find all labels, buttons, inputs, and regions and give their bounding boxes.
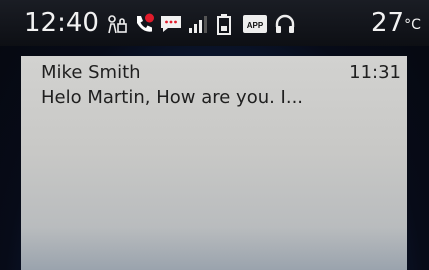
child-lock-icon [108,15,127,34]
app-icon-label: APP [247,21,264,30]
message-preview: Helo Martin, How are you. I... [41,87,304,108]
temperature-unit: °C [404,17,421,33]
message-sender: Mike Smith [41,62,141,83]
message-icon [161,16,181,32]
screen: 12:40 APP 27°C Mike Smith 11:31 Helo Mar… [0,0,429,270]
temperature-value: 27 [371,8,405,38]
clock: 12:40 [24,8,99,38]
message-time: 11:31 [349,62,401,83]
missed-call-icon [137,13,154,32]
status-bar: 12:40 APP 27°C [0,0,429,46]
battery-icon [217,14,231,35]
temperature: 27°C [371,8,421,40]
app-icon: APP [243,15,267,33]
signal-bars-icon [189,16,207,33]
headset-icon [275,14,295,33]
message-notification[interactable]: Mike Smith 11:31 Helo Martin, How are yo… [21,56,407,270]
